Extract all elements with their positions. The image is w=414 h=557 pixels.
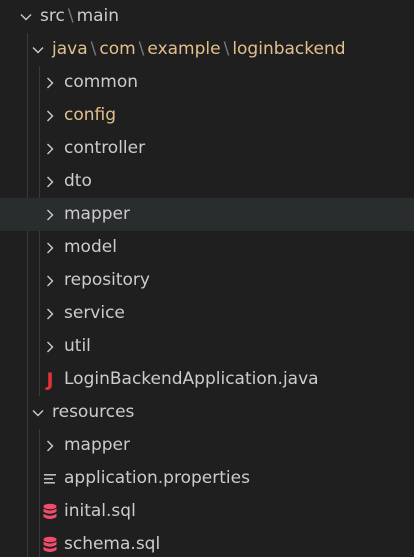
- chevron-right-icon: [40, 436, 60, 456]
- tree-row-inital-sql[interactable]: inital.sql: [0, 495, 414, 528]
- path-separator: \: [67, 6, 74, 26]
- tree-row-util[interactable]: util: [0, 330, 414, 363]
- file-label: LoginBackendApplication.java: [64, 369, 319, 389]
- path-separator: \: [138, 39, 145, 59]
- chevron-down-icon: [28, 403, 48, 423]
- tree-row-repository[interactable]: repository: [0, 264, 414, 297]
- tree-row-application-properties[interactable]: application.properties: [0, 462, 414, 495]
- folder-label: mapper: [64, 435, 131, 455]
- tree-row-model[interactable]: model: [0, 231, 414, 264]
- chevron-right-icon: [40, 172, 60, 192]
- chevron-right-icon: [40, 139, 60, 159]
- folder-label: mapper: [64, 204, 131, 224]
- tree-row-resources[interactable]: resources: [0, 396, 414, 429]
- tree-row-app-file[interactable]: J LoginBackendApplication.java: [0, 363, 414, 396]
- folder-label: common: [64, 72, 139, 92]
- explorer-tree: src \ main java \ com \ example \ loginbackend c…: [0, 0, 414, 557]
- chevron-right-icon: [40, 238, 60, 258]
- tree-row-java-package[interactable]: java \ com \ example \ loginbackend: [0, 33, 414, 66]
- folder-label: repository: [64, 270, 150, 290]
- folder-label: dto: [64, 171, 92, 191]
- path-segment: main: [76, 6, 120, 26]
- path-segment: src: [40, 6, 65, 26]
- file-label: application.properties: [64, 468, 250, 488]
- folder-label: model: [64, 237, 117, 257]
- tree-row-resources-mapper[interactable]: mapper: [0, 429, 414, 462]
- tree-row-src-main[interactable]: src \ main: [0, 0, 414, 33]
- tree-row-config[interactable]: config: [0, 99, 414, 132]
- chevron-right-icon: [40, 73, 60, 93]
- path-segment: loginbackend: [232, 39, 346, 59]
- file-label: schema.sql: [64, 534, 161, 554]
- folder-label: config: [64, 105, 117, 125]
- chevron-right-icon: [40, 106, 60, 126]
- folder-label: src \ main: [40, 0, 119, 33]
- properties-file-icon: [40, 468, 60, 490]
- database-icon: [40, 501, 60, 523]
- path-segment: java: [52, 39, 88, 59]
- tree-row-mapper[interactable]: mapper: [0, 198, 414, 231]
- path-separator: \: [90, 39, 97, 59]
- tree-row-schema-sql[interactable]: schema.sql: [0, 528, 414, 557]
- tree-row-controller[interactable]: controller: [0, 132, 414, 165]
- tree-row-dto[interactable]: dto: [0, 165, 414, 198]
- chevron-down-icon: [28, 40, 48, 60]
- database-icon: [40, 534, 60, 556]
- folder-label: controller: [64, 138, 146, 158]
- path-segment: example: [147, 39, 221, 59]
- tree-row-service[interactable]: service: [0, 297, 414, 330]
- folder-label: resources: [52, 402, 135, 422]
- java-file-icon: J: [40, 369, 60, 391]
- path-segment: com: [99, 39, 136, 59]
- folder-label: service: [64, 303, 125, 323]
- folder-label: java \ com \ example \ loginbackend: [52, 33, 346, 66]
- chevron-down-icon: [16, 7, 36, 27]
- file-label: inital.sql: [64, 501, 136, 521]
- java-glyph: J: [46, 368, 54, 391]
- chevron-right-icon: [40, 304, 60, 324]
- chevron-right-icon: [40, 205, 60, 225]
- path-separator: \: [223, 39, 230, 59]
- chevron-right-icon: [40, 271, 60, 291]
- folder-label: util: [64, 336, 91, 356]
- tree-row-common[interactable]: common: [0, 66, 414, 99]
- chevron-right-icon: [40, 337, 60, 357]
